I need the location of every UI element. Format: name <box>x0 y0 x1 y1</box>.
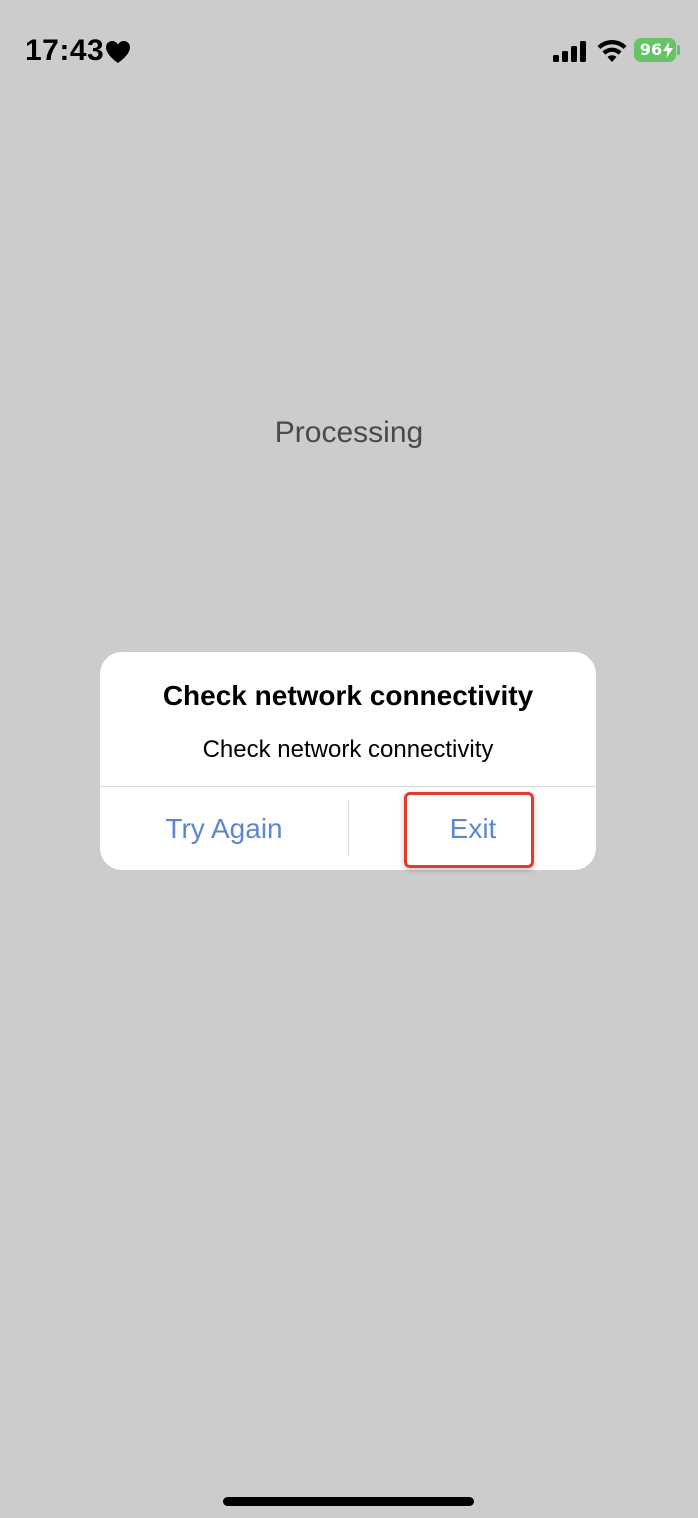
alert-title: Check network connectivity <box>162 680 534 711</box>
wifi-icon <box>597 39 627 62</box>
try-again-button[interactable]: Try Again <box>100 787 348 870</box>
exit-button[interactable]: Exit <box>349 787 596 870</box>
charging-bolt-icon <box>663 42 673 58</box>
battery-nub <box>677 45 680 55</box>
status-bar: 17:43 96 <box>0 0 698 100</box>
heart-icon <box>106 41 130 63</box>
processing-label: Processing <box>274 416 424 449</box>
status-time: 17:43 <box>25 34 105 67</box>
alert-message: Check network connectivity <box>202 736 494 763</box>
cellular-signal-icon <box>553 41 586 62</box>
home-indicator[interactable] <box>223 1497 474 1506</box>
battery-level: 96 <box>639 40 663 59</box>
network-alert-dialog: Check network connectivity Check network… <box>100 652 596 870</box>
battery-indicator: 96 <box>634 38 676 62</box>
